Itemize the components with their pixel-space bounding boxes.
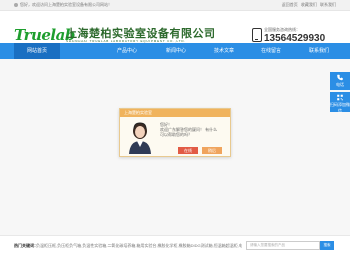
nav-item-message[interactable]: 在线留言: [248, 43, 294, 59]
top-bar: 您好，欢迎访问上海楚柏实验室设备有限公司网站！ 返回首页 收藏我们 联系我们: [0, 0, 350, 11]
chat-later-button[interactable]: 稍后: [202, 147, 222, 154]
nav-item-home[interactable]: 网站首页: [14, 43, 60, 59]
side-wechat-label: 扫码添加微信: [330, 102, 350, 113]
side-phone-label: 电话: [336, 82, 344, 87]
top-link-contact[interactable]: 联系我们: [320, 2, 336, 7]
welcome-label: 您好，欢迎访问上海楚柏实验室设备有限公司网站！: [20, 2, 112, 7]
nav-item-articles[interactable]: 技术文章: [201, 43, 247, 59]
welcome-text: 您好，欢迎访问上海楚柏实验室设备有限公司网站！: [14, 2, 112, 8]
chat-message-line3: 可以帮助您的吗？: [160, 132, 192, 137]
chat-talk-button[interactable]: 在线: [178, 147, 198, 154]
site-header: Truelab 上海楚柏实验室设备有限公司 SHANGHAI TRUELAB L…: [0, 11, 350, 44]
qrcode-icon: [337, 94, 343, 101]
side-wechat-button[interactable]: 扫码添加微信: [330, 92, 350, 113]
top-link-home[interactable]: 返回首页: [282, 2, 298, 7]
phone-side-icon: [337, 74, 343, 81]
search-input[interactable]: 请输入您要搜索的产品: [246, 241, 320, 250]
customer-service-avatar: [129, 122, 151, 154]
hot-keywords-label: 热门关键词：: [14, 243, 38, 248]
page: 您好，欢迎访问上海楚柏实验室设备有限公司网站！ 返回首页 收藏我们 联系我们 T…: [0, 0, 350, 263]
top-link-bookmark[interactable]: 收藏我们: [301, 2, 317, 7]
side-phone-button[interactable]: 电话: [330, 72, 350, 90]
hot-keywords-list[interactable]: 负温柜压框,负压柜负气箱,负温性实验箱,二氧化碳培养箱,箱用实验台,橡胶化学柜,…: [36, 243, 242, 249]
phone-icon: [252, 28, 262, 42]
chat-dialog-message: 您好！ 欢迎广东解答您的疑问！ 有什么 可以帮助您的吗？: [160, 122, 228, 137]
nav-item-news[interactable]: 新闻中心: [153, 43, 199, 59]
main-nav: 网站首页 产品中心 新闻中心 技术文章 在线留言 联系我们: [0, 43, 350, 59]
nav-item-contact[interactable]: 联系我们: [296, 43, 342, 59]
hot-keywords-bar: 热门关键词： 负温柜压框,负压柜负气箱,负温性实验箱,二氧化碳培养箱,箱用实验台…: [0, 235, 350, 263]
search-button[interactable]: 搜索: [320, 241, 334, 250]
chat-dialog-title: 上海楚柏实验室: [120, 109, 230, 117]
home-icon: [14, 2, 18, 7]
top-links: 返回首页 收藏我们 联系我们: [280, 2, 336, 8]
chat-dialog: 上海楚柏实验室 您好！ 欢迎广东解答您的疑问！ 有什么 可以帮助您的吗？ 在线 …: [119, 108, 231, 157]
nav-item-products[interactable]: 产品中心: [104, 43, 150, 59]
